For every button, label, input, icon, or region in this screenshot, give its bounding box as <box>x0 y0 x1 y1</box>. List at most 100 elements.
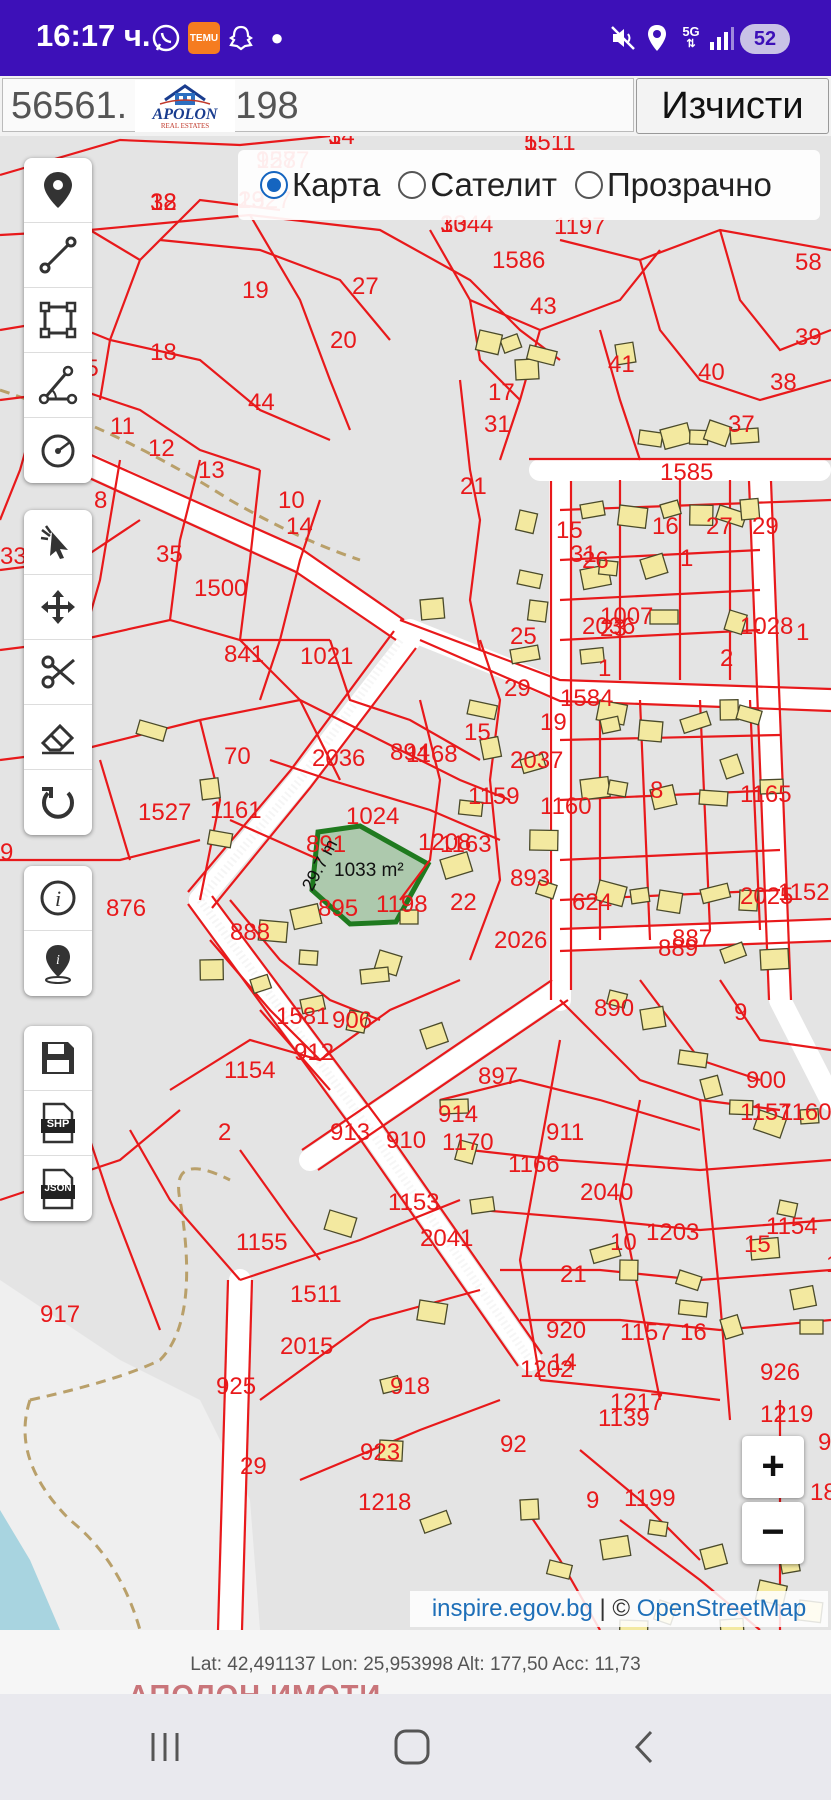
parcel-number: 2 <box>720 645 733 672</box>
cadastral-map[interactable]: 1587352318104411975815864319272039403841… <box>0 136 831 1630</box>
parcel-number: 41 <box>608 351 635 378</box>
parcel-search-value-suffix: 198 <box>235 85 299 127</box>
clear-button[interactable]: Изчисти <box>636 78 829 134</box>
parcel-number: 1161 <box>210 797 262 824</box>
osm-link[interactable]: OpenStreetMap <box>637 1595 806 1622</box>
save-icon[interactable] <box>24 1026 92 1091</box>
map-type-karta[interactable]: Карта <box>260 166 380 204</box>
parcel-number: 1584 <box>560 685 613 712</box>
radio-transparent[interactable] <box>574 171 603 199</box>
radio-satellite[interactable] <box>398 171 427 199</box>
building-footprint <box>526 599 549 623</box>
parcel-number: 70 <box>224 743 251 770</box>
building-footprint <box>656 889 684 915</box>
apolon-logo: APOLON REAL ESTATES <box>135 80 235 132</box>
parcel-number: 92 <box>500 1431 527 1458</box>
circle-radius-icon[interactable] <box>24 418 92 483</box>
tool-group-measure <box>24 158 92 483</box>
parcel-number: 21 <box>560 1261 587 1288</box>
parcel-number: 43 <box>530 293 557 320</box>
parcel-number: 893 <box>510 865 550 892</box>
parcel-number: 1217 <box>610 1389 663 1416</box>
building-footprint <box>514 358 540 381</box>
building-footprint <box>719 699 740 721</box>
parcel-number: 1154 <box>766 1213 818 1240</box>
parcel-number: 1219 <box>760 1401 813 1428</box>
parcel-search-input[interactable]: 56561. 198 <box>2 78 634 132</box>
parcel-number: 11 <box>110 413 135 440</box>
parcel-number: 8 <box>94 487 107 514</box>
line-measure-icon[interactable] <box>24 223 92 288</box>
move-icon[interactable] <box>24 575 92 640</box>
parcel-number: 1165 <box>740 781 792 808</box>
undo-icon[interactable] <box>24 770 92 835</box>
map-type-selector: Карта Сателит Прозрачно <box>238 150 820 220</box>
parcel-number: 923 <box>360 1439 400 1466</box>
map-type-satellite[interactable]: Сателит <box>398 166 557 204</box>
parcel-number: 1166 <box>508 1151 560 1178</box>
mute-icon <box>608 22 638 54</box>
map-type-transparent[interactable]: Прозрачно <box>574 166 772 204</box>
angle-measure-icon[interactable] <box>24 353 92 418</box>
parcel-number: 926 <box>760 1359 800 1386</box>
inspire-link[interactable]: inspire.egov.bg <box>432 1595 593 1622</box>
building-footprint <box>639 1005 667 1031</box>
parcel-number: 39 <box>795 324 822 351</box>
info-icon[interactable]: i <box>24 866 92 931</box>
parcel-number: 25 <box>510 623 537 650</box>
building-footprint <box>416 1299 449 1325</box>
parcel-number: 2036 <box>312 745 365 772</box>
attribution-separator: | © <box>599 1595 631 1622</box>
building-footprint <box>599 1534 632 1561</box>
svg-text:i: i <box>56 953 60 968</box>
parcel-number: 1160 <box>540 793 592 820</box>
parcel-number: 1203 <box>646 1219 699 1246</box>
export-shp-icon[interactable]: SHP <box>24 1091 92 1156</box>
parcel-number: 889 <box>658 935 698 962</box>
eraser-icon[interactable] <box>24 705 92 770</box>
system-nav-bar <box>0 1694 831 1800</box>
parcel-number: 1198 <box>376 891 428 918</box>
back-icon[interactable] <box>595 1694 695 1800</box>
location-pin-icon[interactable] <box>24 158 92 223</box>
building-footprint <box>419 597 446 621</box>
export-json-icon[interactable]: JSON <box>24 1156 92 1221</box>
recents-icon[interactable] <box>115 1694 215 1800</box>
parcel-number: 38 <box>770 369 797 396</box>
parcel-number: 1155 <box>236 1229 288 1256</box>
zoom-out-button[interactable]: − <box>742 1502 804 1564</box>
map-type-karta-label: Карта <box>292 166 381 203</box>
battery-icon: 52 <box>740 24 790 54</box>
5g-icon: 5G ⇅ <box>682 24 700 50</box>
parcel-number: 1585 <box>660 459 713 486</box>
building-footprint <box>789 1284 818 1311</box>
pin-info-icon[interactable]: i <box>24 931 92 996</box>
home-icon[interactable] <box>362 1694 462 1800</box>
building-footprint <box>528 829 559 852</box>
parcel-number: 37 <box>728 411 755 438</box>
parcel-number: 911 <box>546 1119 584 1146</box>
select-pointer-icon[interactable] <box>24 510 92 575</box>
building-footprint <box>677 1049 709 1069</box>
radio-karta[interactable] <box>260 171 288 199</box>
parcel-number: 1159 <box>468 783 520 810</box>
parcel-number: 14 <box>550 1349 577 1376</box>
cut-icon[interactable] <box>24 640 92 705</box>
parcel-number: 624 <box>572 889 612 916</box>
parcel-number: 13 <box>198 457 225 484</box>
parcel-number: 10 <box>278 487 305 514</box>
zoom-in-button[interactable]: + <box>742 1436 804 1498</box>
status-time: 16:17 ч. <box>36 18 151 53</box>
parcel-number: 1586 <box>492 247 545 274</box>
parcel-number: 32 <box>150 189 177 216</box>
parcel-number: 1028 <box>740 613 793 640</box>
building-footprint <box>677 1299 709 1318</box>
parcel-number: 31 <box>484 411 511 438</box>
parcel-number: 1581 <box>276 1003 329 1030</box>
temu-icon: TEMU <box>188 22 220 54</box>
search-bar: 56561. 198 Изчисти <box>0 76 831 137</box>
rectangle-area-icon[interactable] <box>24 288 92 353</box>
parcel-number: 1163 <box>440 831 492 858</box>
tool-group-edit <box>24 510 92 835</box>
parcel-number: 2040 <box>580 1179 633 1206</box>
